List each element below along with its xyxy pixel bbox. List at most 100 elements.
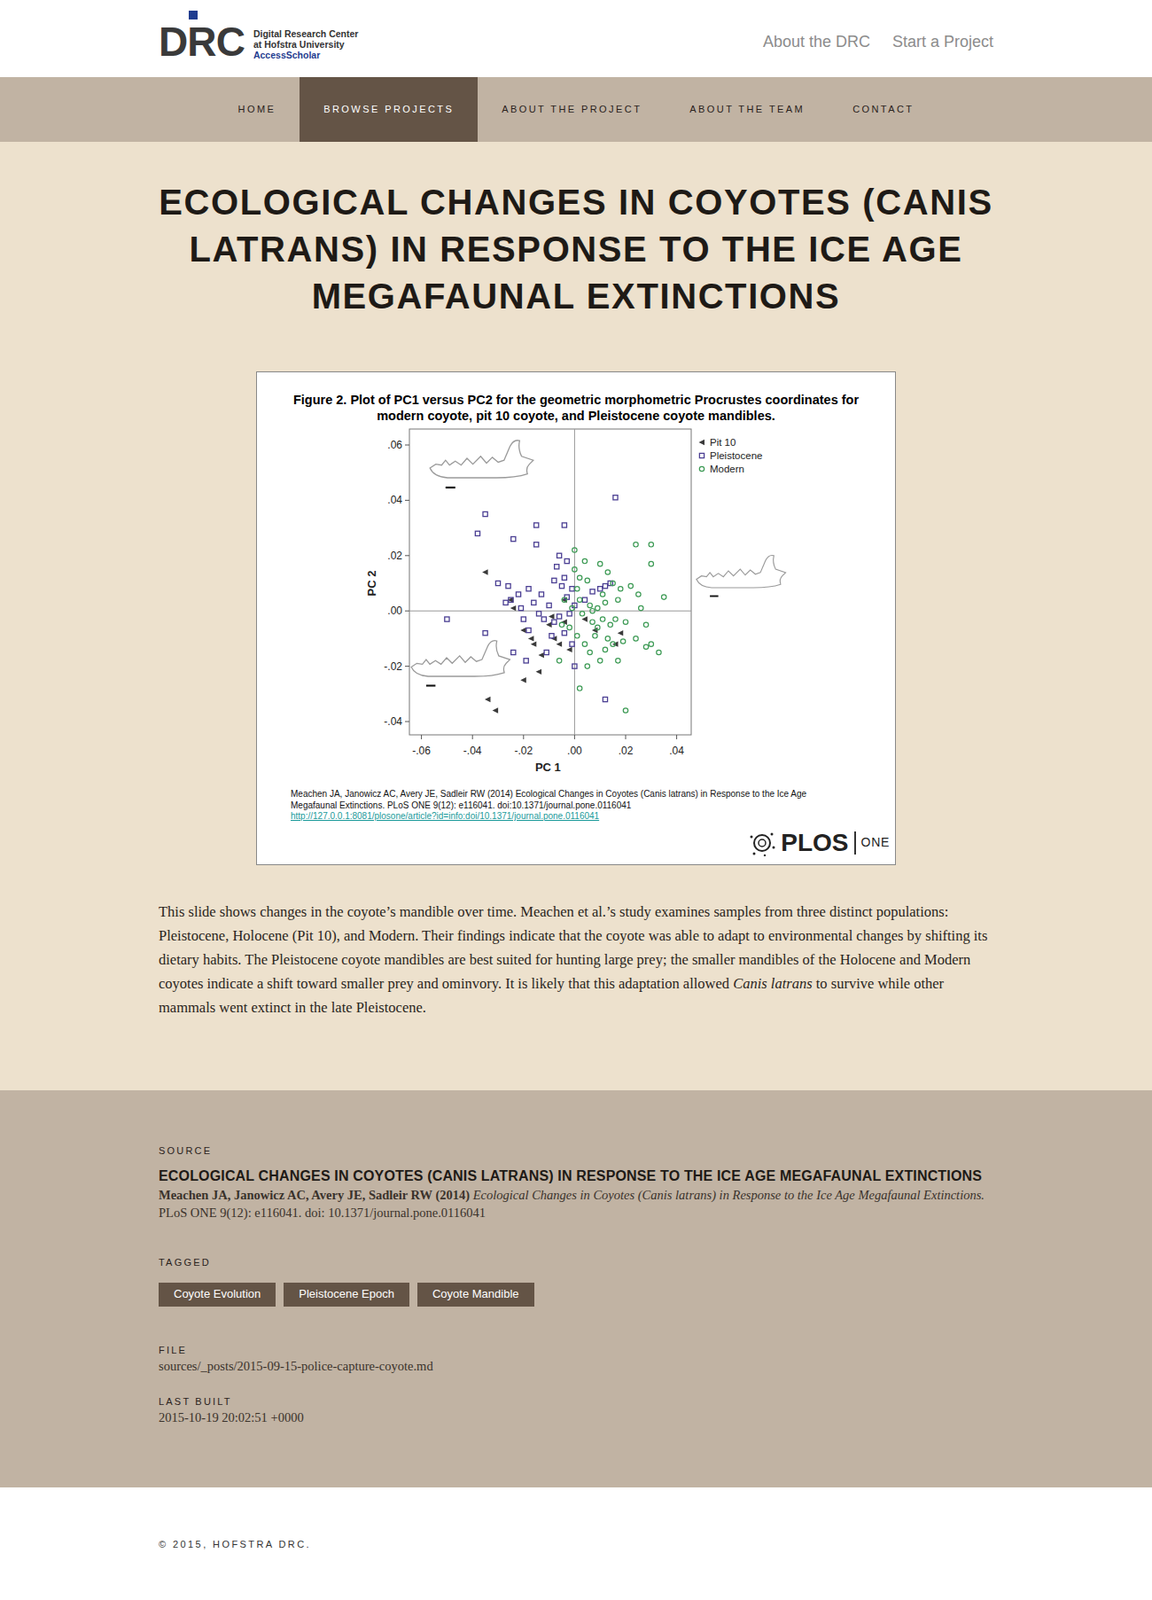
tag[interactable]: Coyote Evolution — [158, 1282, 276, 1307]
legend-item: Pleistocene — [699, 450, 763, 461]
modern-point — [607, 622, 613, 627]
source-title: ECOLOGICAL CHANGES IN COYOTES (CANIS LAT… — [158, 1166, 994, 1186]
svg-text:.02: .02 — [387, 549, 403, 562]
page-title: ECOLOGICAL CHANGES IN COYOTES (CANIS LAT… — [150, 179, 1002, 320]
pleistocene-point — [526, 627, 531, 632]
nav-item[interactable]: ABOUT THE TEAM — [665, 77, 829, 142]
pleistocene-point — [546, 602, 552, 608]
plot-area — [409, 428, 692, 735]
pleistocene-point — [482, 511, 488, 516]
main-nav: HOMEBROWSE PROJECTSABOUT THE PROJECTABOU… — [0, 77, 1152, 142]
pit-10-point — [536, 669, 543, 675]
scatter-chart: .06.04.02.00-.02-.04-.06-.04-.02.00.02.0… — [256, 423, 896, 779]
modern-point — [590, 619, 595, 624]
zero-x-line — [574, 428, 576, 735]
pleistocene-point — [544, 649, 549, 654]
pleistocene-point — [569, 641, 575, 647]
pleistocene-point — [569, 586, 575, 592]
modern-point — [590, 608, 595, 614]
plos-globe-icon — [748, 829, 776, 857]
modern-point — [618, 586, 623, 592]
tag[interactable]: Pleistocene Epoch — [283, 1282, 410, 1307]
modern-point — [648, 560, 654, 566]
pit-10-point — [566, 646, 573, 653]
pleistocene-point — [552, 577, 557, 583]
file-label: FILE — [158, 1342, 994, 1357]
y-tick: .04 — [387, 493, 410, 506]
modern-point — [579, 611, 584, 616]
nav-item[interactable]: HOME — [214, 77, 301, 142]
pleistocene-point — [534, 522, 539, 528]
last-built-value: 2015-10-19 20:02:51 +0000 — [158, 1408, 994, 1426]
pleistocene-point — [582, 597, 587, 602]
pit-10-point — [699, 439, 706, 445]
x-axis-label: PC 1 — [535, 760, 561, 774]
pit-10-point — [520, 677, 527, 683]
pit-10-point — [581, 615, 588, 622]
pleistocene-point — [474, 530, 480, 536]
page: DRCDigital Research Centerat Hofstra Uni… — [0, 0, 1152, 1600]
modern-point — [638, 605, 644, 610]
svg-text:-.04: -.04 — [463, 744, 483, 757]
nav-item[interactable]: BROWSE PROJECTS — [299, 77, 478, 142]
tag[interactable]: Coyote Mandible — [417, 1282, 535, 1307]
x-tick: .02 — [618, 734, 634, 757]
figure-title: Figure 2. Plot of PC1 versus PC2 for the… — [256, 391, 896, 424]
modern-point — [569, 605, 575, 610]
header-link[interactable]: About the DRC — [762, 30, 871, 55]
pleistocene-point — [511, 536, 516, 541]
modern-point — [656, 649, 662, 654]
site-footer: © 2015, HOFSTRA DRC. — [0, 1486, 1152, 1599]
modern-point — [576, 575, 582, 580]
nav-item[interactable]: CONTACT — [828, 77, 938, 142]
svg-text:-.04: -.04 — [383, 715, 403, 728]
logo-line: at Hofstra University — [253, 38, 359, 50]
pleistocene-point — [564, 558, 569, 563]
figure-card: Figure 2. Plot of PC1 versus PC2 for the… — [256, 371, 896, 865]
pit-10-point — [537, 652, 545, 658]
modern-point — [643, 622, 648, 627]
pleistocene-mandible-drawing — [429, 440, 534, 488]
pleistocene-point — [699, 452, 704, 458]
svg-text:-.06: -.06 — [412, 744, 431, 757]
description: This slide shows changes in the coyote’s… — [158, 899, 994, 1020]
modern-point — [615, 597, 621, 602]
y-tick: .00 — [387, 604, 410, 617]
pleistocene-point — [561, 575, 567, 580]
modern-point — [576, 597, 582, 602]
zero-y-line — [409, 610, 692, 612]
modern-point — [628, 583, 633, 588]
modern-point — [605, 636, 610, 641]
modern-point — [699, 466, 704, 471]
pleistocene-point — [495, 580, 500, 585]
modern-point — [610, 641, 615, 647]
logo-line: Digital Research Center — [253, 28, 359, 39]
pit-10-point — [617, 630, 624, 636]
drc-logo[interactable]: DRCDigital Research Centerat Hofstra Uni… — [158, 10, 359, 68]
figure-link[interactable]: http://127.0.0.1:8081/plosone/article?id… — [290, 810, 896, 823]
modern-point — [575, 633, 580, 639]
svg-text:.00: .00 — [387, 604, 403, 617]
svg-text:Modern: Modern — [709, 463, 745, 475]
modern-point — [595, 624, 600, 630]
header-link[interactable]: Start a Project — [892, 30, 994, 55]
pleistocene-point — [557, 614, 562, 619]
pleistocene-point — [598, 586, 603, 592]
nav-item[interactable]: ABOUT THE PROJECT — [477, 77, 666, 142]
modern-point — [561, 597, 567, 602]
last-built-label: LAST BUILT — [158, 1393, 994, 1409]
legend-item: Modern — [699, 463, 745, 475]
pleistocene-point — [557, 552, 562, 558]
modern-point — [582, 558, 587, 563]
svg-text:.06: .06 — [387, 438, 403, 452]
pleistocene-point — [508, 597, 514, 602]
pit-10-point — [492, 707, 499, 713]
pleistocene-point — [503, 599, 508, 605]
modern-point — [595, 605, 600, 610]
svg-text:-.02: -.02 — [513, 744, 533, 757]
figure-citation: Meachen JA, Janowicz AC, Avery JE, Sadle… — [256, 788, 896, 823]
modern-point — [556, 658, 561, 663]
pit-10-point — [556, 640, 563, 647]
pleistocene-point — [559, 583, 564, 589]
modern-point — [584, 577, 590, 583]
